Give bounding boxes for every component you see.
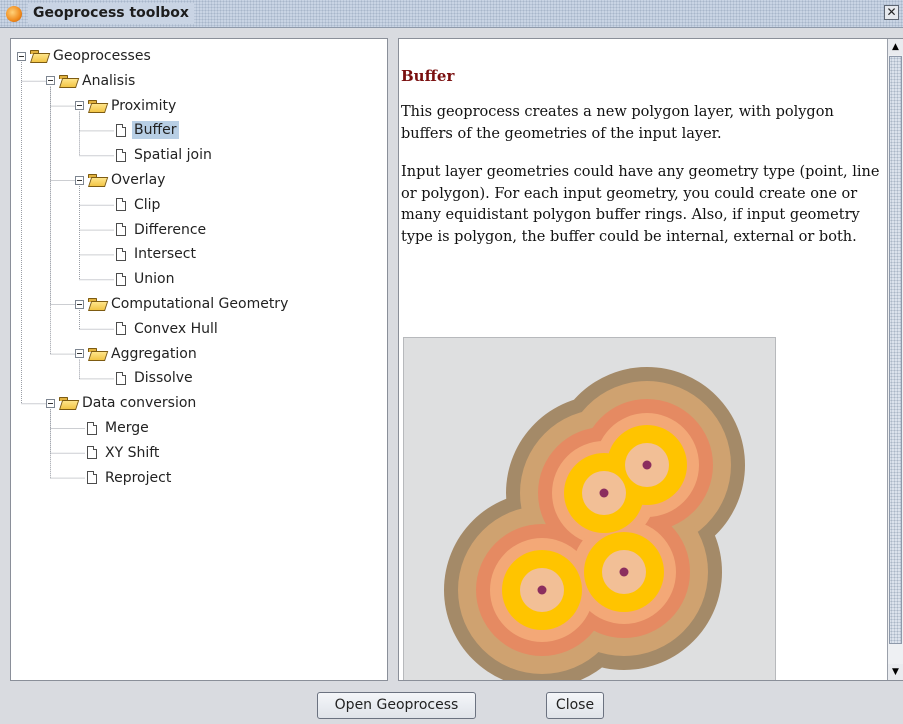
open-folder-icon — [88, 298, 104, 310]
tree-node-reproject[interactable]: Reproject — [85, 467, 173, 489]
tree-node-merge[interactable]: Merge — [85, 417, 151, 439]
scroll-down-icon[interactable]: ▼ — [888, 664, 903, 680]
input-point — [642, 460, 652, 470]
tree-node-label: XY Shift — [105, 444, 160, 461]
close-window-icon[interactable]: ✕ — [884, 5, 899, 20]
geoprocess-tree[interactable]: Geoprocesses Analisis Proximity Buffer Spati… — [10, 38, 388, 681]
tree-node-label: Difference — [134, 221, 207, 238]
collapse-toggle-icon[interactable] — [75, 349, 84, 359]
tree-node-label: Union — [134, 271, 175, 288]
tree-node-dissolve[interactable]: Dissolve — [114, 367, 195, 389]
input-point — [619, 567, 629, 577]
tree-node-analisis[interactable]: Analisis — [46, 70, 137, 92]
tree-node-buffer[interactable]: Buffer — [114, 119, 179, 141]
buffer-rings-graphic — [444, 367, 745, 680]
tree-node-intersect[interactable]: Intersect — [114, 243, 198, 265]
description-scrollbar[interactable]: ▲ ▼ — [887, 39, 903, 680]
tree-node-xy-shift[interactable]: XY Shift — [85, 442, 161, 464]
close-button[interactable]: Close — [546, 692, 604, 719]
scroll-up-icon[interactable]: ▲ — [888, 39, 903, 55]
open-folder-icon — [88, 347, 104, 360]
description-title: Buffer — [401, 67, 455, 85]
document-icon — [116, 371, 126, 385]
document-icon — [116, 272, 126, 286]
scroll-thumb[interactable] — [889, 56, 902, 644]
document-icon — [116, 247, 126, 261]
tree-connector-lines — [21, 62, 114, 479]
tree-node-label: Geoprocesses — [53, 48, 151, 64]
tree-node-data-conversion[interactable]: Data conversion — [46, 392, 198, 414]
tree-node-label: Intersect — [134, 246, 196, 263]
tree-node-label: Dissolve — [134, 370, 193, 387]
tree-node-clip[interactable]: Clip — [114, 194, 162, 216]
tree-node-proximity[interactable]: Proximity — [75, 95, 178, 117]
app-icon — [6, 6, 22, 22]
tree-node-computational-geometry[interactable]: Computational Geometry — [75, 293, 290, 315]
description-paragraph: This geoprocess creates a new polygon la… — [401, 104, 834, 142]
open-folder-icon — [88, 174, 104, 186]
tree-node-label: Aggregation — [111, 345, 197, 362]
input-point — [599, 488, 609, 498]
tree-node-union[interactable]: Union — [114, 268, 176, 290]
window-title-bar[interactable]: Geoprocess toolbox ✕ — [0, 0, 903, 28]
description-panel: Buffer This geoprocess creates a new pol… — [398, 38, 903, 681]
tree-node-convex-hull[interactable]: Convex Hull — [114, 318, 220, 340]
description-content: Buffer This geoprocess creates a new pol… — [401, 39, 885, 248]
window-title: Geoprocess toolbox — [28, 3, 194, 24]
tree-node-label: Reproject — [105, 469, 172, 486]
tree-node-aggregation[interactable]: Aggregation — [75, 343, 199, 365]
collapse-toggle-icon[interactable] — [75, 175, 84, 185]
tree-node-geoprocesses[interactable]: Geoprocesses — [17, 45, 153, 67]
tree-node-difference[interactable]: Difference — [114, 219, 208, 241]
tree-node-label: Computational Geometry — [111, 296, 289, 312]
document-icon — [87, 446, 97, 460]
tree-node-label: Clip — [134, 196, 161, 213]
tree-node-label: Overlay — [111, 172, 166, 188]
open-folder-icon — [59, 397, 75, 409]
document-icon — [116, 198, 126, 212]
description-paragraph: Input layer geometries could have any ge… — [401, 164, 880, 245]
open-folder-icon — [88, 99, 104, 112]
document-icon — [116, 322, 126, 336]
document-icon — [116, 223, 126, 237]
tree-node-label: Merge — [105, 420, 149, 436]
tree-node-label: Convex Hull — [134, 320, 218, 337]
tree-node-spatial-join[interactable]: Spatial join — [114, 144, 214, 166]
open-geoprocess-button[interactable]: Open Geoprocess — [317, 692, 476, 719]
tree-node-label: Analisis — [82, 72, 136, 89]
open-folder-icon — [59, 74, 75, 87]
tree-node-label: Data conversion — [82, 395, 197, 412]
open-folder-icon — [30, 50, 46, 62]
tree-node-overlay[interactable]: Overlay — [75, 169, 167, 191]
collapse-toggle-icon[interactable] — [75, 299, 84, 309]
document-icon — [87, 421, 97, 435]
document-icon — [87, 471, 97, 485]
collapse-toggle-icon[interactable] — [75, 101, 84, 111]
collapse-toggle-icon[interactable] — [46, 76, 55, 86]
input-point — [537, 585, 547, 595]
collapse-toggle-icon[interactable] — [17, 51, 26, 61]
tree-node-label: Proximity — [111, 97, 177, 114]
tree-node-label: Spatial join — [134, 147, 212, 164]
document-icon — [116, 148, 126, 162]
collapse-toggle-icon[interactable] — [46, 398, 55, 408]
tree-node-label: Buffer — [132, 121, 179, 140]
buffer-illustration — [403, 337, 776, 680]
document-icon — [116, 123, 126, 137]
